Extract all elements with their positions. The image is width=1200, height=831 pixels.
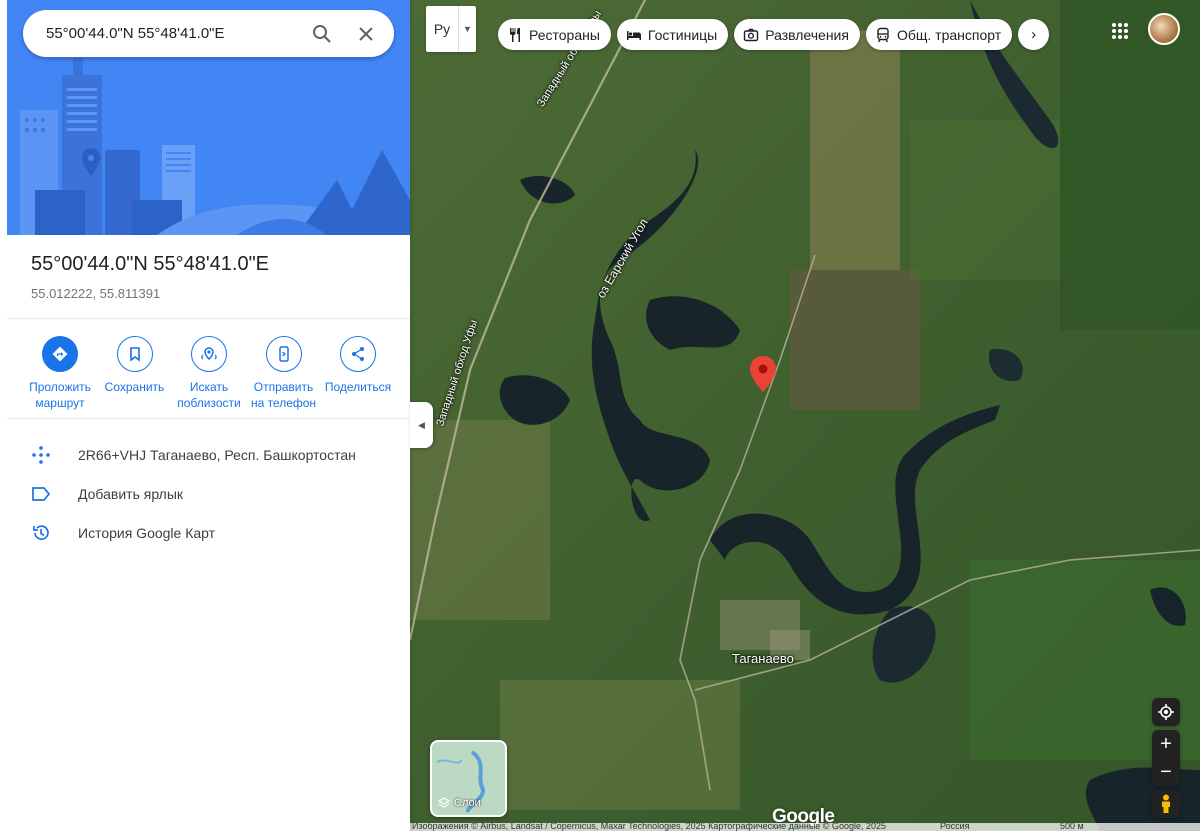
pegman-icon (1162, 794, 1170, 813)
layers-button[interactable]: Слои (430, 740, 507, 817)
divider (7, 418, 410, 419)
my-location-icon (1158, 704, 1174, 720)
hotel-icon (626, 30, 641, 40)
google-apps-button[interactable] (1106, 17, 1134, 45)
zoom-out-button[interactable]: − (1152, 758, 1180, 786)
chips-more-button[interactable]: › (1018, 19, 1050, 50)
apps-grid-icon (1112, 23, 1128, 39)
satellite-map[interactable]: Западный обход Уфы Западный обход Уфы оз… (410, 0, 1200, 831)
minus-icon: − (1160, 760, 1172, 783)
caret-down-icon[interactable]: ▼ (458, 6, 476, 52)
nearby-icon (201, 347, 217, 361)
chip-entertainment[interactable]: Развлечения (734, 19, 860, 50)
plus-code-text: 2R66+VHJ Таганаево, Респ. Башкортостан (78, 447, 356, 463)
place-title: 55°00'44.0"N 55°48'41.0"E (31, 253, 270, 275)
account-avatar[interactable] (1148, 13, 1180, 45)
collapse-panel-button[interactable]: ◀ (410, 402, 433, 448)
chip-label: Рестораны (529, 26, 600, 43)
send-to-phone-button[interactable]: Отправить на телефон (248, 336, 320, 411)
chip-label: Гостиницы (647, 26, 718, 43)
restaurant-icon (510, 27, 520, 42)
camera-icon (744, 28, 759, 41)
satellite-imagery[interactable] (410, 0, 1200, 831)
plus-icon: + (1160, 732, 1172, 755)
directions-button[interactable]: Проложить маршрут (24, 336, 96, 411)
nearby-button[interactable]: Искать поблизости (173, 336, 245, 411)
map-view-toggle[interactable]: Ру ▼ (426, 6, 476, 52)
save-button[interactable]: Сохранить (99, 336, 171, 411)
label-icon (32, 487, 51, 501)
action-label: на телефон (250, 396, 317, 410)
close-icon (359, 26, 373, 41)
search-box[interactable] (23, 10, 394, 57)
place-decimal-coords: 55.012222, 55.811391 (31, 286, 161, 301)
plus-code-icon (32, 446, 50, 464)
street-view-pegman[interactable] (1152, 790, 1180, 818)
plus-code-row[interactable]: 2R66+VHJ Таганаево, Респ. Башкортостан (30, 444, 356, 466)
chevron-right-icon: › (1031, 26, 1037, 43)
divider (7, 318, 410, 319)
region-link[interactable]: Россия (940, 823, 970, 831)
layers-icon (438, 797, 450, 808)
maps-history-row[interactable]: История Google Карт (30, 522, 215, 544)
action-label: маршрут (35, 396, 85, 410)
zoom-in-button[interactable]: + (1152, 730, 1180, 758)
view-toggle-label[interactable]: Ру (426, 21, 458, 37)
action-label: Отправить (253, 380, 314, 394)
caret-left-icon: ◀ (418, 419, 425, 430)
map-attribution-bar: Изображения © Airbus, Landsat / Copernic… (410, 823, 1200, 831)
phone-icon (278, 346, 289, 362)
add-label-row[interactable]: Добавить ярлык (30, 483, 183, 505)
village-label[interactable]: Таганаево (732, 651, 794, 666)
location-pin-icon[interactable] (750, 356, 776, 392)
directions-icon (52, 346, 68, 362)
share-icon (352, 347, 364, 361)
action-label: Искать (189, 380, 229, 394)
clear-search-button[interactable] (344, 12, 388, 56)
chip-transit[interactable]: Общ. транспорт (865, 19, 1013, 50)
maps-app: Западный обход Уфы Западный обход Уфы оз… (0, 0, 1200, 831)
chip-label: Общ. транспорт (896, 26, 1002, 43)
action-buttons: Проложить маршрут Сохранить Искать побли… (24, 336, 394, 411)
search-input[interactable] (46, 25, 300, 42)
search-icon (313, 24, 331, 43)
action-label: поблизости (177, 396, 241, 410)
action-label: Сохранить (104, 380, 165, 394)
my-location-button[interactable] (1152, 698, 1180, 726)
search-button[interactable] (300, 12, 344, 56)
scale-label[interactable]: 500 м (1060, 823, 1084, 831)
layers-label: Слои (454, 797, 481, 809)
share-button[interactable]: Поделиться (322, 336, 394, 411)
chip-hotels[interactable]: Гостиницы (616, 19, 729, 50)
bookmark-icon (129, 347, 140, 362)
history-icon (33, 525, 49, 541)
side-panel: 55°00'44.0"N 55°48'41.0"E 55.012222, 55.… (0, 0, 410, 831)
chip-restaurants[interactable]: Рестораны (498, 19, 611, 50)
transit-icon (877, 27, 889, 42)
attribution-text[interactable]: Изображения © Airbus, Landsat / Copernic… (412, 823, 886, 831)
category-chips: Рестораны Гостиницы Развлечения Общ. тра… (498, 19, 1050, 50)
action-label: Проложить (29, 380, 91, 394)
chip-label: Развлечения (765, 26, 849, 43)
history-text: История Google Карт (78, 525, 216, 541)
add-label-text: Добавить ярлык (78, 486, 184, 502)
action-label: Поделиться (324, 380, 392, 394)
